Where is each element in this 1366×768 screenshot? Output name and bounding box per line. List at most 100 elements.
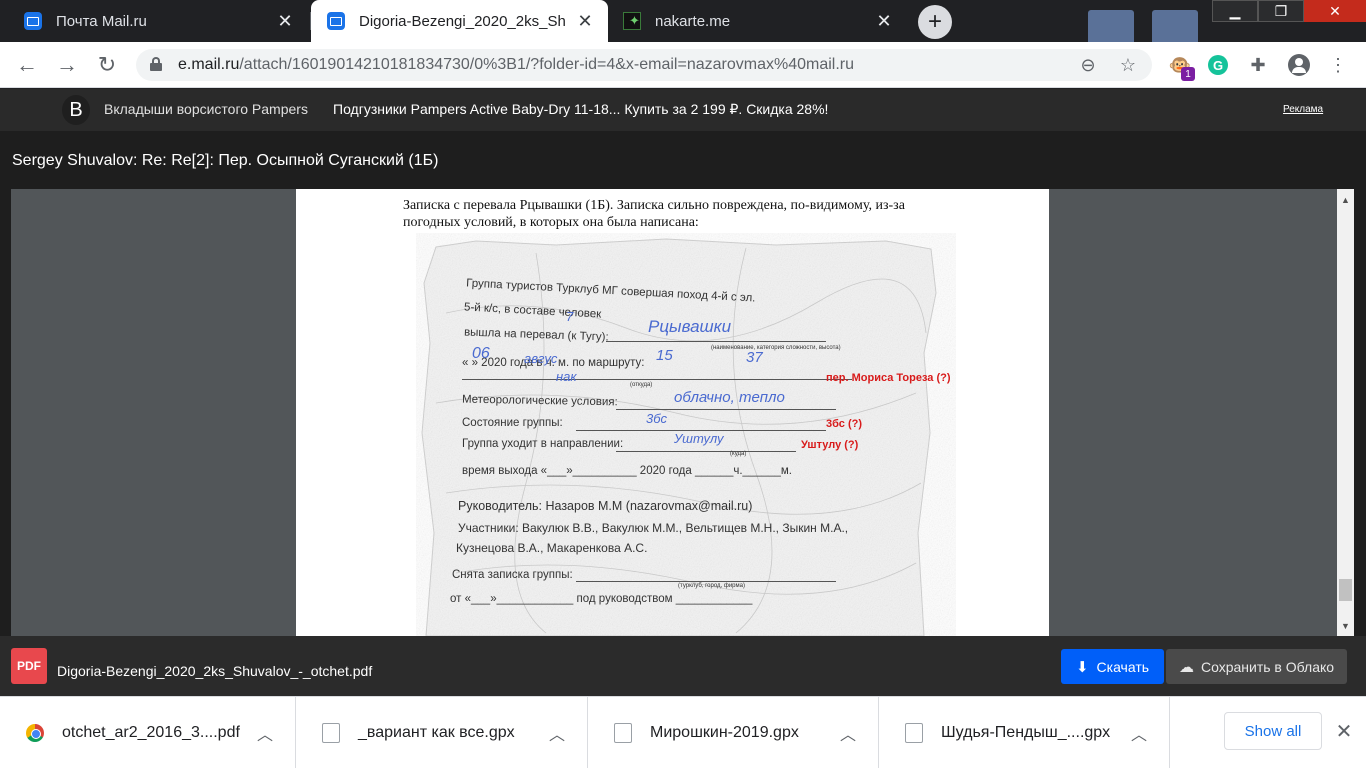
handwritten-minutes: 37 bbox=[746, 349, 763, 366]
annotation-pass: пер. Мориса Тореза (?) bbox=[826, 372, 951, 384]
viewer-gutter bbox=[0, 189, 11, 636]
tab-strip: Почта Mail.ru ✕ Digoria-Bezengi_2020_2ks… bbox=[0, 0, 1366, 42]
scroll-down-icon[interactable]: ▼ bbox=[1337, 617, 1354, 634]
download-item[interactable]: otchet_ar2_2016_3....pdf ︿ bbox=[0, 697, 296, 768]
chevron-up-icon[interactable]: ︿ bbox=[257, 721, 273, 745]
note-members: Кузнецова В.А., Макаренкова А.С. bbox=[456, 541, 648, 555]
vertical-scrollbar[interactable]: ▲ ▼ bbox=[1337, 189, 1354, 636]
save-to-cloud-button[interactable]: ☁ Сохранить в Облако bbox=[1166, 649, 1347, 684]
handwritten-route: нак bbox=[556, 369, 577, 384]
extension-badge: 1 bbox=[1181, 67, 1195, 81]
nakarte-icon: ✦ bbox=[623, 12, 641, 30]
message-subject: Sergey Shuvalov: Re: Re[2]: Пер. Осыпной… bbox=[12, 152, 439, 169]
cloud-upload-icon: ☁ bbox=[1178, 658, 1194, 676]
download-button[interactable]: ⬇ Скачать bbox=[1061, 649, 1164, 684]
download-filename: Шудья-Пендыш_....gpx bbox=[941, 724, 1111, 741]
close-tab-icon[interactable]: ✕ bbox=[873, 10, 895, 32]
mail-icon bbox=[24, 12, 42, 30]
pdf-viewer[interactable]: Записка с перевала Рцывашки (1Б). Записк… bbox=[11, 189, 1337, 636]
download-label: Скачать bbox=[1096, 658, 1150, 675]
mail-icon bbox=[327, 12, 345, 30]
ad-banner[interactable]: B Вкладыши ворсистого Pampers Подгузники… bbox=[0, 89, 1366, 131]
reload-icon[interactable]: ↻ bbox=[92, 50, 122, 80]
viewer-gutter bbox=[1354, 189, 1366, 636]
close-window-button[interactable]: ✕ bbox=[1304, 0, 1366, 22]
grammarly-icon[interactable]: G bbox=[1208, 55, 1228, 75]
note-hint: (наименование, категория сложности, высо… bbox=[711, 345, 841, 351]
download-item[interactable]: Мирошкин-2019.gpx ︿ bbox=[588, 697, 879, 768]
note-leader: Руководитель: Назаров М.М (nazarovmax@ma… bbox=[458, 499, 753, 513]
chevron-up-icon[interactable]: ︿ bbox=[840, 721, 856, 745]
underline bbox=[616, 409, 836, 410]
tab-nakarte[interactable]: ✦ nakarte.me ✕ bbox=[609, 0, 907, 42]
tab-title: Почта Mail.ru bbox=[56, 12, 147, 30]
viewer-header: Sergey Shuvalov: Re: Re[2]: Пер. Осыпной… bbox=[0, 131, 1366, 189]
ad-brand[interactable]: Вкладыши ворсистого Pampers bbox=[104, 101, 308, 117]
chevron-up-icon[interactable]: ︿ bbox=[1131, 721, 1147, 745]
annotation-direction: Уштулу (?) bbox=[801, 439, 859, 451]
underline bbox=[576, 581, 836, 582]
tab-attachment[interactable]: Digoria-Bezengi_2020_2ks_Shuva ✕ bbox=[311, 0, 608, 42]
close-tab-icon[interactable]: ✕ bbox=[274, 10, 296, 32]
underline bbox=[606, 341, 826, 342]
annotation-state: 3бс (?) bbox=[826, 418, 862, 430]
menu-kebab-icon[interactable]: ⋮ bbox=[1324, 51, 1352, 79]
note-line: Снята записка группы: bbox=[452, 569, 573, 581]
pdf-file-icon: PDF bbox=[11, 648, 47, 684]
tab-title: Digoria-Bezengi_2020_2ks_Shuva bbox=[359, 12, 566, 30]
lock-icon[interactable] bbox=[150, 57, 162, 71]
file-icon bbox=[614, 723, 632, 743]
profile-avatar-icon[interactable] bbox=[1288, 54, 1310, 76]
close-tab-icon[interactable]: ✕ bbox=[574, 10, 596, 32]
chrome-icon bbox=[26, 724, 44, 742]
browser-toolbar: ← → ↻ e.mail.ru/attach/16019014210181834… bbox=[0, 42, 1366, 88]
download-filename: _вариант как все.gpx bbox=[358, 724, 515, 741]
zoom-icon[interactable]: ⊖ bbox=[1076, 53, 1100, 77]
download-item[interactable]: _вариант как все.gpx ︿ bbox=[296, 697, 588, 768]
scanned-note: Группа туристов Турклуб МГ совершая похо… bbox=[416, 233, 956, 636]
handwritten-weather: облачно, тепло bbox=[674, 389, 785, 406]
tab-mail[interactable]: Почта Mail.ru ✕ bbox=[0, 0, 308, 42]
save-label: Сохранить в Облако bbox=[1200, 658, 1335, 675]
extensions-puzzle-icon[interactable]: ✚ bbox=[1244, 51, 1272, 79]
attachment-bar: PDF Digoria-Bezengi_2020_2ks_Shuvalov_-_… bbox=[0, 636, 1366, 696]
note-line: Группа уходит в направлении: bbox=[462, 438, 624, 450]
bookmark-star-icon[interactable]: ☆ bbox=[1116, 53, 1140, 77]
ad-text[interactable]: Подгузники Pampers Active Baby-Dry 11-18… bbox=[333, 101, 828, 118]
underline bbox=[616, 451, 796, 452]
url-text[interactable]: e.mail.ru/attach/16019014210181834730/0%… bbox=[178, 56, 854, 74]
back-icon[interactable]: ← bbox=[12, 50, 42, 80]
note-members: Участники: Вакулюк В.В., Вакулюк М.М., В… bbox=[458, 521, 849, 535]
scrollbar-thumb[interactable] bbox=[1339, 579, 1352, 601]
ad-label-link[interactable]: Реклама bbox=[1283, 104, 1323, 115]
scroll-up-icon[interactable]: ▲ bbox=[1337, 191, 1354, 208]
handwritten-pass: Рцывашки bbox=[648, 317, 732, 336]
forward-icon[interactable]: → bbox=[52, 50, 82, 80]
download-item[interactable]: Шудья-Пендыш_....gpx ︿ bbox=[879, 697, 1170, 768]
ad-logo: B bbox=[62, 95, 90, 125]
page-caption: Записка с перевала Рцывашки (1Б). Записк… bbox=[403, 198, 905, 230]
underline bbox=[462, 379, 852, 380]
new-tab-button[interactable]: + bbox=[918, 5, 952, 39]
chevron-up-icon[interactable]: ︿ bbox=[549, 721, 565, 745]
tab-title: nakarte.me bbox=[655, 12, 731, 30]
desktop-file-icon bbox=[1152, 10, 1198, 42]
note-line: время выхода «___»__________ 2020 года _… bbox=[462, 465, 793, 477]
close-shelf-icon[interactable]: ✕ bbox=[1332, 719, 1356, 743]
handwritten-date: 06 bbox=[472, 345, 490, 362]
note-line: от «___»____________ под руководством __… bbox=[450, 593, 753, 605]
file-icon bbox=[905, 723, 923, 743]
file-icon bbox=[322, 723, 340, 743]
note-hint: (куда) bbox=[730, 451, 747, 457]
handwritten-hour: 15 bbox=[656, 347, 673, 364]
address-bar[interactable]: e.mail.ru/attach/16019014210181834730/0%… bbox=[136, 49, 1152, 81]
handwritten-month: авгус bbox=[524, 351, 558, 366]
handwritten-direction: Уштулу bbox=[674, 431, 724, 446]
download-filename: otchet_ar2_2016_3....pdf bbox=[62, 724, 240, 741]
minimize-button[interactable]: ▁ bbox=[1212, 0, 1258, 22]
window-controls: ▁ ❐ ✕ bbox=[1212, 0, 1366, 22]
show-all-button[interactable]: Show all bbox=[1224, 712, 1322, 750]
handwritten-state: 3бс bbox=[646, 411, 668, 426]
maximize-button[interactable]: ❐ bbox=[1258, 0, 1304, 22]
handwritten-count: 7 bbox=[566, 309, 574, 324]
